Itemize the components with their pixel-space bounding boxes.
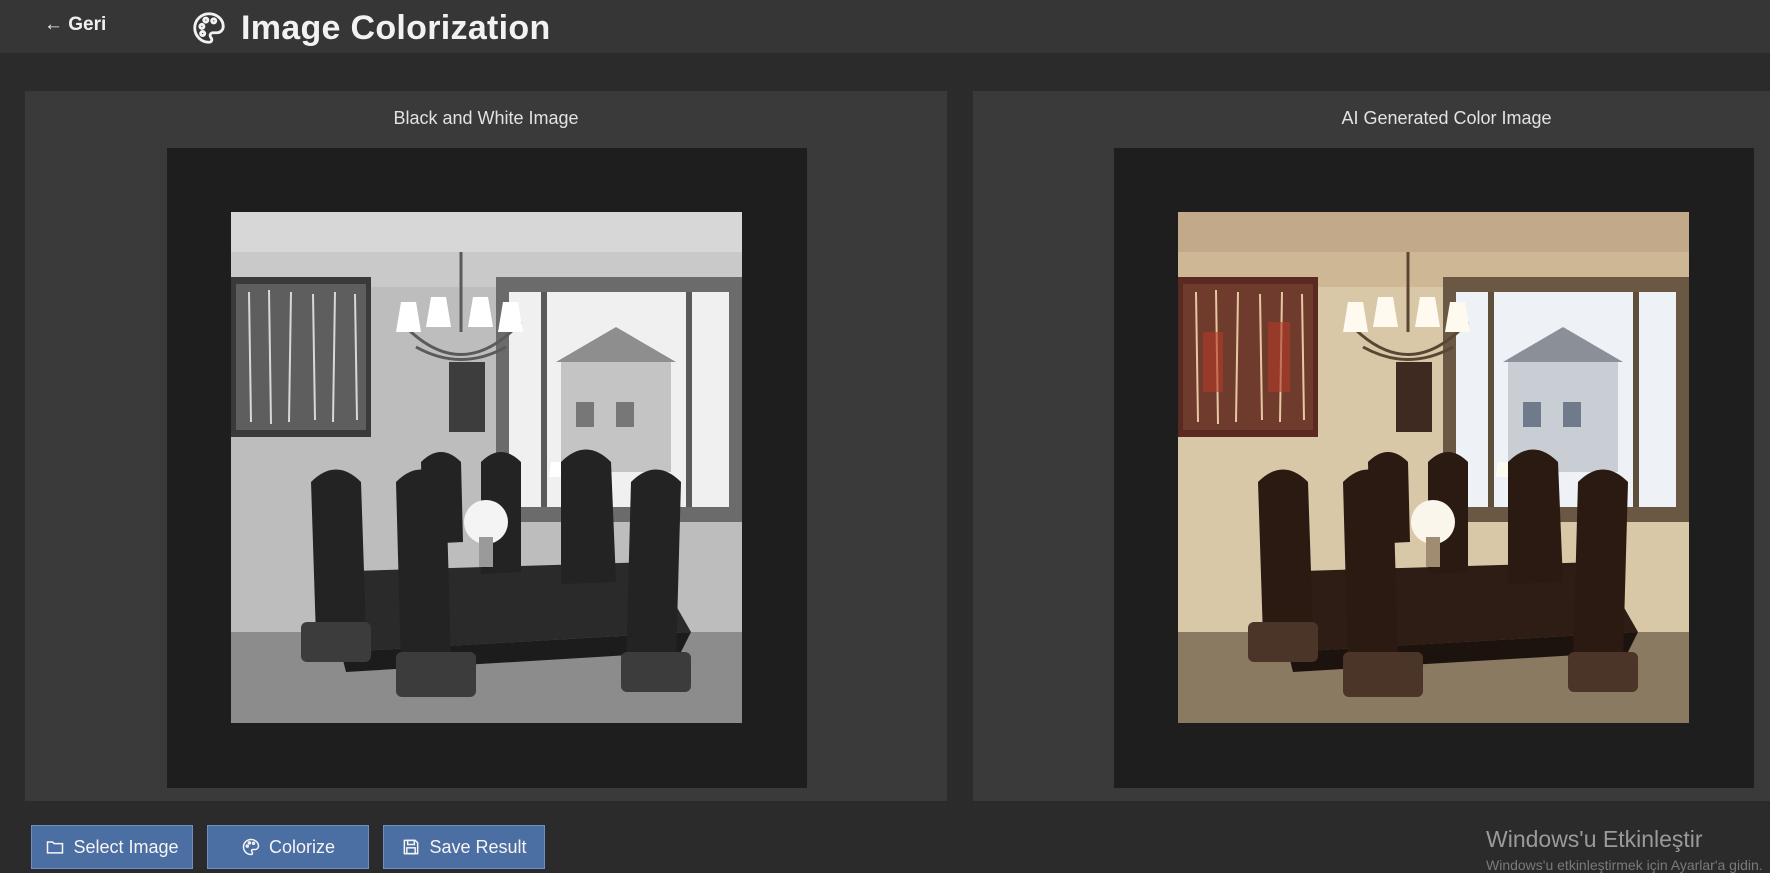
palette-icon xyxy=(242,838,260,856)
top-bar: ← Geri Image Colorization xyxy=(0,0,1770,53)
colorized-dining-room-photo xyxy=(1178,212,1689,723)
folder-icon xyxy=(47,841,64,854)
output-panel-label: AI Generated Color Image xyxy=(1341,108,1552,128)
input-panel-label: Black and White Image xyxy=(393,108,579,128)
input-panel: Black and White Image xyxy=(25,91,947,801)
action-buttons: Select Image Colorize Save Result xyxy=(31,825,545,869)
save-result-label: Save Result xyxy=(429,836,527,857)
activation-watermark-title: Windows'u Etkinleştir xyxy=(1486,826,1703,852)
floppy-disk-icon xyxy=(404,839,419,855)
grayscale-dining-room-photo xyxy=(231,212,742,723)
colorize-button[interactable]: Colorize xyxy=(207,825,369,869)
palette-icon xyxy=(193,12,225,44)
black-and-white-image xyxy=(231,212,742,723)
output-image-frame xyxy=(1114,148,1754,788)
input-image-frame xyxy=(167,148,807,788)
title-group: Image Colorization xyxy=(190,6,551,50)
back-button[interactable]: ← Geri xyxy=(44,14,106,36)
output-panel: AI Generated Color Image xyxy=(973,91,1770,801)
select-image-label: Select Image xyxy=(73,836,179,857)
save-result-button[interactable]: Save Result xyxy=(383,825,545,869)
activation-watermark-subtitle: Windows'u etkinleştirmek için Ayarlar'a … xyxy=(1486,857,1763,873)
colorize-label: Colorize xyxy=(268,836,336,857)
select-image-button[interactable]: Select Image xyxy=(31,825,193,869)
colorized-image xyxy=(1178,212,1689,723)
page-title: Image Colorization xyxy=(241,8,551,47)
